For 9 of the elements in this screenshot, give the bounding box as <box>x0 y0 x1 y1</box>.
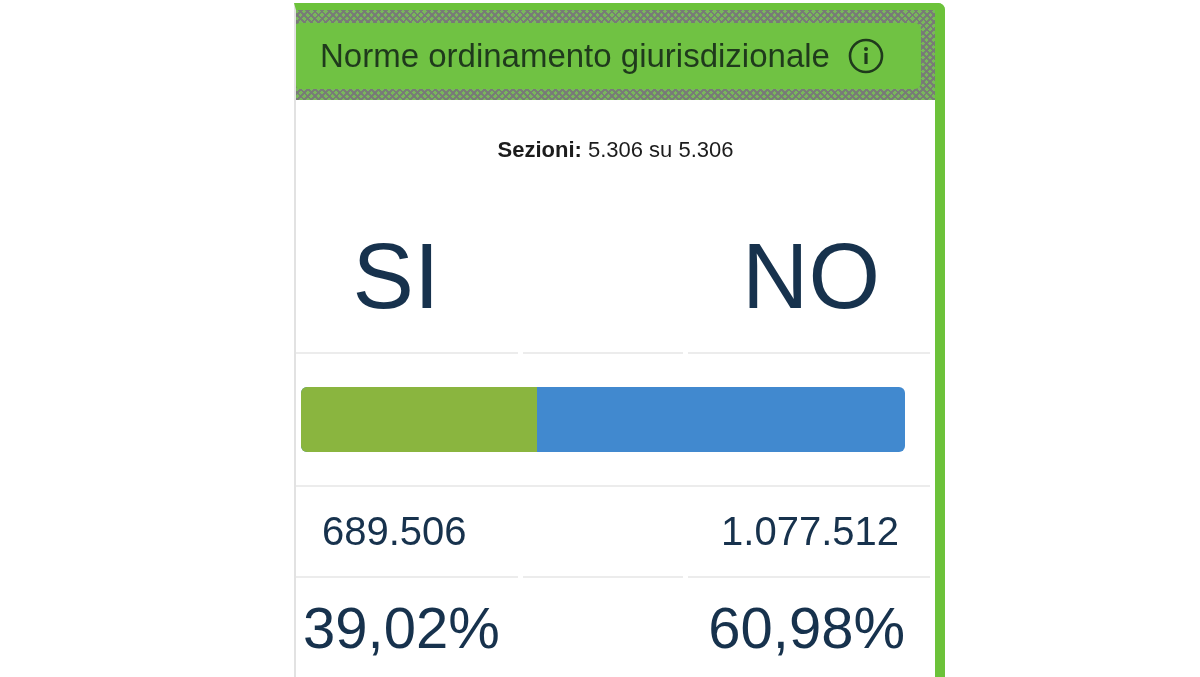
vote-count: 689.506 <box>322 509 467 554</box>
vote-percentage: 39,02% <box>303 593 500 661</box>
option-label: SI <box>352 230 440 322</box>
vote-count: 1.077.512 <box>721 509 899 554</box>
sections-count: Sezioni: 5.306 su 5.306 <box>497 137 734 163</box>
referendum-title: Norme ordinamento giurisdizionale <box>320 37 830 75</box>
option-label: NO <box>742 230 880 322</box>
vote-percentage: 60,98% <box>708 593 905 661</box>
info-icon[interactable] <box>847 38 884 74</box>
